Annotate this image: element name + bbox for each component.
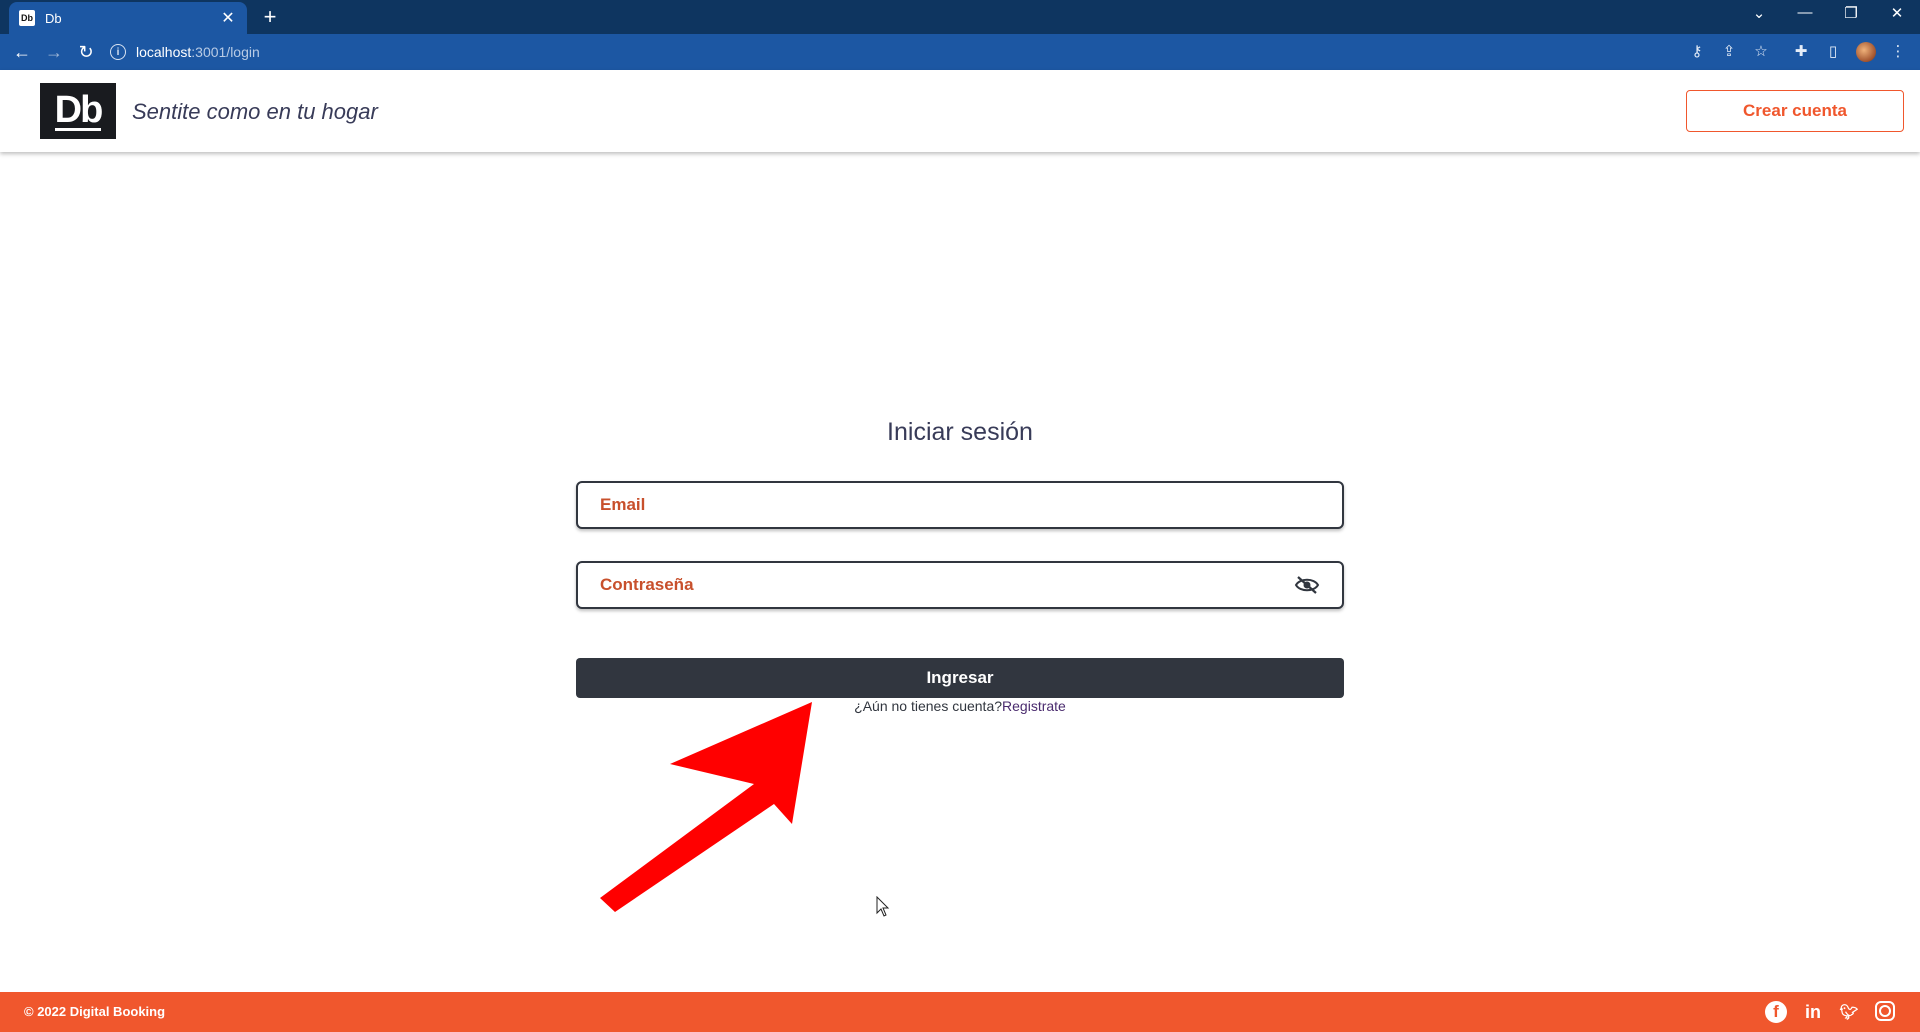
tab-strip: Db Db ✕ + ⌄ — ❐ ✕ xyxy=(0,0,1920,34)
red-arrow-annotation xyxy=(600,702,812,912)
url-host: localhost xyxy=(136,44,192,60)
page-title: Iniciar sesión xyxy=(887,418,1033,446)
eye-slash-icon[interactable] xyxy=(1294,575,1320,595)
menu-icon[interactable]: ⋮ xyxy=(1888,42,1908,60)
minimize-icon[interactable]: — xyxy=(1790,4,1820,21)
register-link[interactable]: Registrate xyxy=(1002,698,1066,714)
create-account-button[interactable]: Crear cuenta xyxy=(1686,90,1904,132)
avatar[interactable] xyxy=(1856,42,1876,62)
logo[interactable]: Db xyxy=(40,83,116,139)
instagram-icon[interactable] xyxy=(1875,1001,1895,1021)
password-field[interactable]: Contraseña xyxy=(576,561,1344,609)
email-placeholder: Email xyxy=(600,495,646,514)
mouse-cursor-icon xyxy=(876,896,890,917)
close-icon[interactable]: ✕ xyxy=(219,8,237,28)
restore-icon[interactable]: ❐ xyxy=(1836,4,1866,22)
password-placeholder: Contraseña xyxy=(600,575,694,594)
footer: © 2022 Digital Booking f in 🐦︎ xyxy=(0,992,1920,1032)
tab-title: Db xyxy=(45,10,62,26)
info-icon[interactable]: i xyxy=(110,44,126,60)
address-bar[interactable]: i localhost:3001/login xyxy=(110,38,1710,66)
register-prompt: ¿Aún no tienes cuenta?Registrate xyxy=(0,698,1920,714)
email-field[interactable]: Email xyxy=(576,481,1344,529)
side-panel-icon[interactable]: ▯ xyxy=(1823,42,1843,60)
no-account-text: ¿Aún no tienes cuenta? xyxy=(854,698,1003,714)
url-path: :3001/login xyxy=(191,44,260,60)
reload-icon[interactable]: ↻ xyxy=(74,41,98,63)
share-icon[interactable]: ⇪ xyxy=(1719,42,1739,60)
forward-icon[interactable]: → xyxy=(42,41,66,63)
browser-chrome: Db Db ✕ + ⌄ — ❐ ✕ ← → ↻ i localhost:3001… xyxy=(0,0,1920,70)
tab-favicon: Db xyxy=(19,10,35,26)
login-submit-button[interactable]: Ingresar xyxy=(576,658,1344,698)
facebook-icon[interactable]: f xyxy=(1765,1001,1787,1023)
logo-text: Db xyxy=(54,88,103,131)
back-icon[interactable]: ← xyxy=(10,41,34,63)
bookmark-star-icon[interactable]: ☆ xyxy=(1751,42,1771,60)
linkedin-icon[interactable]: in xyxy=(1802,1001,1824,1023)
app-header: Db Sentite como en tu hogar Crear cuenta xyxy=(0,70,1920,152)
window-close-icon[interactable]: ✕ xyxy=(1882,4,1912,22)
browser-toolbar: ← → ↻ i localhost:3001/login ⚷ ⇪ ☆ ✚ ▯ ⋮ xyxy=(0,34,1920,70)
tab-search-icon[interactable]: ⌄ xyxy=(1744,4,1774,22)
key-icon[interactable]: ⚷ xyxy=(1687,42,1707,60)
slogan: Sentite como en tu hogar xyxy=(132,99,378,124)
new-tab-button[interactable]: + xyxy=(258,6,282,28)
copyright-text: © 2022 Digital Booking xyxy=(24,1004,166,1019)
extensions-icon[interactable]: ✚ xyxy=(1791,42,1811,60)
browser-tab[interactable]: Db Db ✕ xyxy=(9,2,247,34)
twitter-icon[interactable]: 🐦︎ xyxy=(1838,1001,1860,1023)
